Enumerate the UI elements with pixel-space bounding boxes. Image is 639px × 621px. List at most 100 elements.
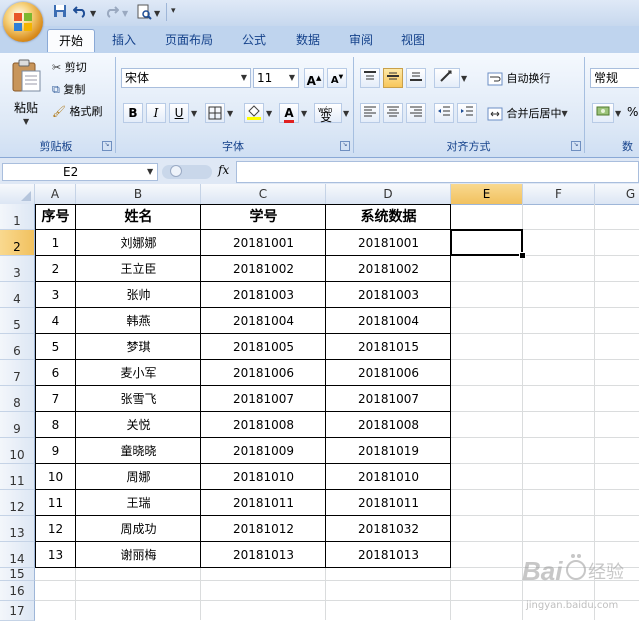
cell-a3[interactable]: 2 [35, 256, 76, 282]
column-header-c[interactable]: C [201, 184, 326, 204]
cell-c2[interactable]: 20181001 [201, 230, 326, 256]
column-header-b[interactable]: B [76, 184, 201, 204]
save-icon[interactable] [52, 4, 68, 20]
row-header-12[interactable]: 12 [0, 490, 35, 516]
orientation-dropdown-icon[interactable]: ▼ [461, 74, 467, 83]
cell-a9[interactable]: 8 [35, 412, 76, 438]
row-header-13[interactable]: 13 [0, 516, 35, 542]
fill-handle[interactable] [519, 252, 526, 259]
row-header-9[interactable]: 9 [0, 412, 35, 438]
phonetic-dropdown-icon[interactable]: ▼ [343, 109, 349, 118]
orientation-button[interactable] [434, 68, 460, 88]
cell-c7[interactable]: 20181006 [201, 360, 326, 386]
cell-b5[interactable]: 韩燕 [76, 308, 201, 334]
accounting-dropdown-icon[interactable]: ▼ [615, 109, 621, 118]
column-header-a[interactable]: A [35, 184, 76, 204]
font-name-select[interactable]: 宋体 ▼ [121, 68, 251, 88]
tab-review[interactable]: 审阅 [339, 29, 383, 51]
cell-c11[interactable]: 20181010 [201, 464, 326, 490]
tab-formulas[interactable]: 公式 [232, 29, 276, 51]
cell-a2[interactable]: 1 [35, 230, 76, 256]
insert-function-button[interactable]: fx [218, 163, 229, 177]
cell-d12[interactable]: 20181011 [326, 490, 451, 516]
font-size-select[interactable]: 11 ▼ [253, 68, 299, 88]
cell-b12[interactable]: 王瑞 [76, 490, 201, 516]
office-button[interactable] [3, 2, 43, 42]
column-header-d[interactable]: D [326, 184, 451, 204]
cell-a11[interactable]: 10 [35, 464, 76, 490]
cell-a12[interactable]: 11 [35, 490, 76, 516]
number-format-select[interactable]: 常规 [590, 68, 639, 88]
row-header-4[interactable]: 4 [0, 282, 35, 308]
name-box-dropdown-icon[interactable]: ▼ [147, 167, 153, 176]
header-cell-c[interactable]: 学号 [201, 204, 326, 230]
cell-d4[interactable]: 20181003 [326, 282, 451, 308]
merge-center-button[interactable]: 合并后居中 ▼ [487, 104, 568, 124]
row-header-11[interactable]: 11 [0, 464, 35, 490]
cell-d6[interactable]: 20181015 [326, 334, 451, 360]
tab-home[interactable]: 开始 [47, 29, 95, 52]
row-header-7[interactable]: 7 [0, 360, 35, 386]
borders-button[interactable] [205, 103, 225, 123]
cell-a10[interactable]: 9 [35, 438, 76, 464]
row-header-8[interactable]: 8 [0, 386, 35, 412]
align-bottom-button[interactable] [406, 68, 426, 88]
row-header-2[interactable]: 2 [0, 230, 35, 256]
row-header-6[interactable]: 6 [0, 334, 35, 360]
cell-d9[interactable]: 20181008 [326, 412, 451, 438]
alignment-launcher-icon[interactable]: ↘ [571, 141, 581, 151]
tab-data[interactable]: 数据 [286, 29, 330, 51]
header-cell-b[interactable]: 姓名 [76, 204, 201, 230]
paste-button[interactable]: 粘贴 ▼ [6, 57, 46, 133]
align-top-button[interactable] [360, 68, 380, 88]
cell-d10[interactable]: 20181019 [326, 438, 451, 464]
row-header-14[interactable]: 14 [0, 542, 35, 568]
copy-button[interactable]: ⧉ 复制 [52, 80, 85, 100]
cell-d2[interactable]: 20181001 [326, 230, 451, 256]
cell-d8[interactable]: 20181007 [326, 386, 451, 412]
cell-c4[interactable]: 20181003 [201, 282, 326, 308]
align-middle-button[interactable] [383, 68, 403, 88]
cell-a5[interactable]: 4 [35, 308, 76, 334]
cell-a7[interactable]: 6 [35, 360, 76, 386]
format-painter-button[interactable]: 🖌 格式刷 [52, 102, 102, 122]
cell-d13[interactable]: 20181032 [326, 516, 451, 542]
cell-c5[interactable]: 20181004 [201, 308, 326, 334]
phonetic-guide-button[interactable]: wén 变 [314, 103, 342, 124]
underline-button[interactable]: U [169, 103, 189, 123]
wrap-text-button[interactable]: 自动换行 [487, 69, 551, 89]
customize-qat-icon[interactable]: ▾ [171, 6, 176, 16]
cell-c13[interactable]: 20181012 [201, 516, 326, 542]
cell-d11[interactable]: 20181010 [326, 464, 451, 490]
font-color-dropdown-icon[interactable]: ▼ [301, 109, 307, 118]
fill-color-dropdown-icon[interactable]: ▼ [266, 109, 272, 118]
decrease-indent-button[interactable] [434, 103, 454, 123]
tab-page-layout[interactable]: 页面布局 [156, 29, 222, 51]
selected-cell[interactable] [450, 229, 523, 256]
cell-a14[interactable]: 13 [35, 542, 76, 568]
cell-a13[interactable]: 12 [35, 516, 76, 542]
cell-b13[interactable]: 周成功 [76, 516, 201, 542]
increase-indent-button[interactable] [457, 103, 477, 123]
cell-d5[interactable]: 20181004 [326, 308, 451, 334]
cut-button[interactable]: ✂ 剪切 [52, 58, 87, 78]
font-color-button[interactable]: A [279, 103, 299, 123]
align-left-button[interactable] [360, 103, 380, 123]
column-header-f[interactable]: F [523, 184, 595, 204]
cell-b3[interactable]: 王立臣 [76, 256, 201, 282]
cell-a8[interactable]: 7 [35, 386, 76, 412]
cell-a4[interactable]: 3 [35, 282, 76, 308]
row-header-15[interactable]: 15 [0, 568, 35, 581]
row-header-1[interactable]: 1 [0, 204, 35, 230]
column-header-g[interactable]: G [595, 184, 639, 204]
row-header-16[interactable]: 16 [0, 581, 35, 601]
cell-b6[interactable]: 梦琪 [76, 334, 201, 360]
bold-button[interactable]: B [123, 103, 143, 123]
undo-icon[interactable] [72, 4, 88, 20]
tab-insert[interactable]: 插入 [103, 29, 145, 51]
undo-dropdown-icon[interactable]: ▼ [90, 9, 96, 18]
row-header-10[interactable]: 10 [0, 438, 35, 464]
header-cell-a[interactable]: 序号 [35, 204, 76, 230]
name-box[interactable]: E2 ▼ [2, 163, 158, 181]
header-cell-d[interactable]: 系统数据 [326, 204, 451, 230]
